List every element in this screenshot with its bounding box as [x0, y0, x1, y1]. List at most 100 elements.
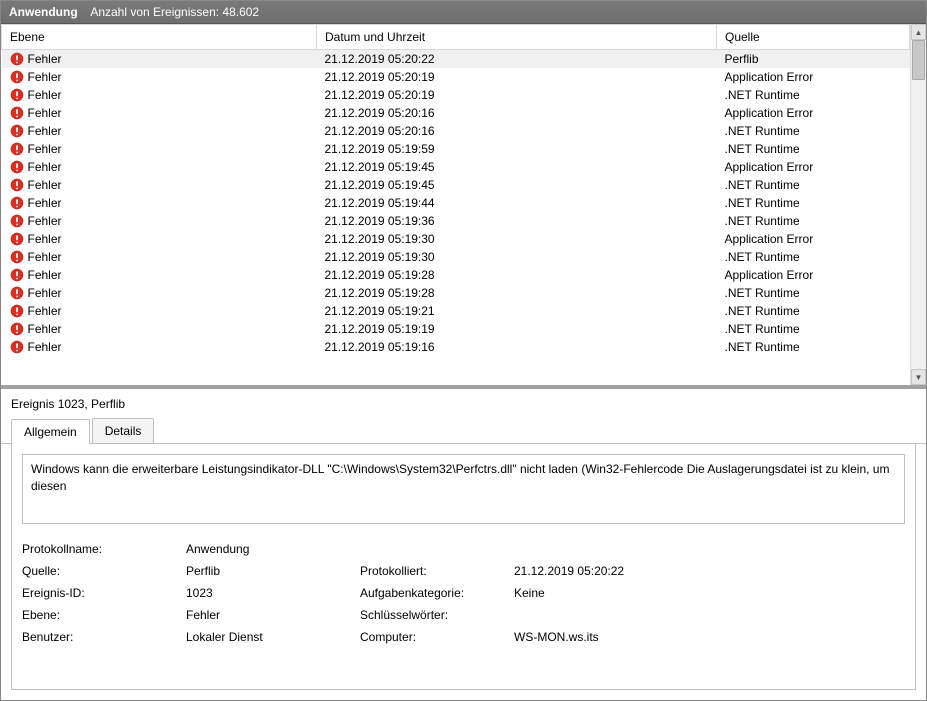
column-header-level[interactable]: Ebene: [2, 25, 317, 50]
row-source: Application Error: [717, 104, 910, 122]
row-datetime: 21.12.2019 05:19:30: [317, 230, 717, 248]
table-row[interactable]: Fehler21.12.2019 05:19:28.NET Runtime: [2, 284, 910, 302]
row-datetime: 21.12.2019 05:20:19: [317, 68, 717, 86]
row-level-text: Fehler: [28, 340, 62, 354]
row-datetime: 21.12.2019 05:19:45: [317, 158, 717, 176]
row-level-text: Fehler: [28, 178, 62, 192]
tab-details[interactable]: Details: [92, 418, 155, 443]
label-computer: Computer:: [360, 630, 510, 644]
row-datetime: 21.12.2019 05:19:19: [317, 320, 717, 338]
table-row[interactable]: Fehler21.12.2019 05:19:16.NET Runtime: [2, 338, 910, 356]
row-source: .NET Runtime: [717, 176, 910, 194]
scroll-down-button[interactable]: ▼: [911, 369, 926, 385]
row-level-text: Fehler: [28, 70, 62, 84]
label-logname: Protokollname:: [22, 542, 182, 556]
row-level-text: Fehler: [28, 232, 62, 246]
event-grid: Ebene Datum und Uhrzeit Quelle Fehler21.…: [1, 24, 926, 385]
row-level-text: Fehler: [28, 214, 62, 228]
event-message-text: Windows kann die erweiterbare Leistungsi…: [31, 462, 889, 493]
table-row[interactable]: Fehler21.12.2019 05:19:36.NET Runtime: [2, 212, 910, 230]
scroll-track[interactable]: [911, 40, 926, 369]
row-datetime: 21.12.2019 05:19:44: [317, 194, 717, 212]
table-row[interactable]: Fehler21.12.2019 05:19:59.NET Runtime: [2, 140, 910, 158]
error-icon: [10, 142, 24, 156]
row-source: Application Error: [717, 230, 910, 248]
error-icon: [10, 322, 24, 336]
row-level-text: Fehler: [28, 52, 62, 66]
table-row[interactable]: Fehler21.12.2019 05:19:44.NET Runtime: [2, 194, 910, 212]
column-header-datetime[interactable]: Datum und Uhrzeit: [317, 25, 717, 50]
row-source: .NET Runtime: [717, 302, 910, 320]
error-icon: [10, 304, 24, 318]
table-row[interactable]: Fehler 21.12.2019 05:20:16Application Err…: [2, 104, 910, 122]
value-logname: Anwendung: [186, 542, 905, 556]
header-app-label: Anwendung: [9, 5, 78, 19]
row-level-text: Fehler: [28, 268, 62, 282]
label-eventid: Ereignis-ID:: [22, 586, 182, 600]
row-source: Application Error: [717, 266, 910, 284]
scroll-up-button[interactable]: ▲: [911, 24, 926, 40]
column-header-source[interactable]: Quelle: [717, 25, 910, 50]
table-row[interactable]: Fehler 21.12.2019 05:19:30Application Err…: [2, 230, 910, 248]
row-source: .NET Runtime: [717, 212, 910, 230]
row-datetime: 21.12.2019 05:19:59: [317, 140, 717, 158]
table-row[interactable]: Fehler21.12.2019 05:20:19.NET Runtime: [2, 86, 910, 104]
error-icon: [10, 286, 24, 300]
error-icon: [10, 340, 24, 354]
row-level-text: Fehler: [28, 286, 62, 300]
value-source: Perflib: [186, 564, 356, 578]
row-level-text: Fehler: [28, 304, 62, 318]
error-icon: [10, 88, 24, 102]
row-level-text: Fehler: [28, 160, 62, 174]
row-datetime: 21.12.2019 05:19:28: [317, 266, 717, 284]
error-icon: [10, 70, 24, 84]
error-icon: [10, 250, 24, 264]
value-logged: 21.12.2019 05:20:22: [514, 564, 905, 578]
event-message-box[interactable]: Windows kann die erweiterbare Leistungsi…: [22, 454, 905, 524]
row-source: .NET Runtime: [717, 140, 910, 158]
label-user: Benutzer:: [22, 630, 182, 644]
row-level-text: Fehler: [28, 106, 62, 120]
error-icon: [10, 232, 24, 246]
value-computer: WS-MON.ws.its: [514, 630, 905, 644]
error-icon: [10, 106, 24, 120]
table-row[interactable]: Fehler 21.12.2019 05:19:21.NET Runtime: [2, 302, 910, 320]
table-row[interactable]: Fehler 21.12.2019 05:19:19.NET Runtime: [2, 320, 910, 338]
table-row[interactable]: Fehler21.12.2019 05:19:45Application Err…: [2, 158, 910, 176]
value-keywords: [514, 608, 905, 622]
scroll-thumb[interactable]: [912, 40, 925, 80]
row-datetime: 21.12.2019 05:19:16: [317, 338, 717, 356]
table-row[interactable]: Fehler21.12.2019 05:20:22Perflib: [2, 50, 910, 69]
row-datetime: 21.12.2019 05:19:45: [317, 176, 717, 194]
row-source: .NET Runtime: [717, 248, 910, 266]
row-source: Perflib: [717, 50, 910, 69]
error-icon: [10, 214, 24, 228]
row-source: .NET Runtime: [717, 122, 910, 140]
row-datetime: 21.12.2019 05:20:16: [317, 104, 717, 122]
table-row[interactable]: Fehler 21.12.2019 05:19:28Application Err…: [2, 266, 910, 284]
event-properties: Protokollname: Anwendung Quelle: Perflib…: [22, 542, 905, 644]
tab-general[interactable]: Allgemein: [11, 419, 90, 444]
label-source: Quelle:: [22, 564, 182, 578]
table-row[interactable]: Fehler21.12.2019 05:19:30.NET Runtime: [2, 248, 910, 266]
error-icon: [10, 52, 24, 66]
row-level-text: Fehler: [28, 322, 62, 336]
detail-tabs: Allgemein Details: [1, 418, 926, 444]
list-header: Anwendung Anzahl von Ereignissen: 48.602: [1, 1, 926, 24]
table-row[interactable]: Fehler21.12.2019 05:20:16.NET Runtime: [2, 122, 910, 140]
label-logged: Protokolliert:: [360, 564, 510, 578]
value-eventid: 1023: [186, 586, 356, 600]
error-icon: [10, 160, 24, 174]
scrollbar-vertical[interactable]: ▲ ▼: [910, 24, 926, 385]
row-datetime: 21.12.2019 05:20:19: [317, 86, 717, 104]
header-count-label: Anzahl von Ereignissen: 48.602: [90, 5, 259, 19]
row-source: .NET Runtime: [717, 320, 910, 338]
row-level-text: Fehler: [28, 88, 62, 102]
event-detail-pane: Ereignis 1023, Perflib Allgemein Details…: [1, 389, 926, 700]
row-datetime: 21.12.2019 05:19:28: [317, 284, 717, 302]
table-row[interactable]: Fehler 21.12.2019 05:19:45.NET Runtime: [2, 176, 910, 194]
error-icon: [10, 124, 24, 138]
event-detail-title: Ereignis 1023, Perflib: [1, 389, 926, 417]
row-datetime: 21.12.2019 05:19:21: [317, 302, 717, 320]
table-row[interactable]: Fehler21.12.2019 05:20:19Application Err…: [2, 68, 910, 86]
